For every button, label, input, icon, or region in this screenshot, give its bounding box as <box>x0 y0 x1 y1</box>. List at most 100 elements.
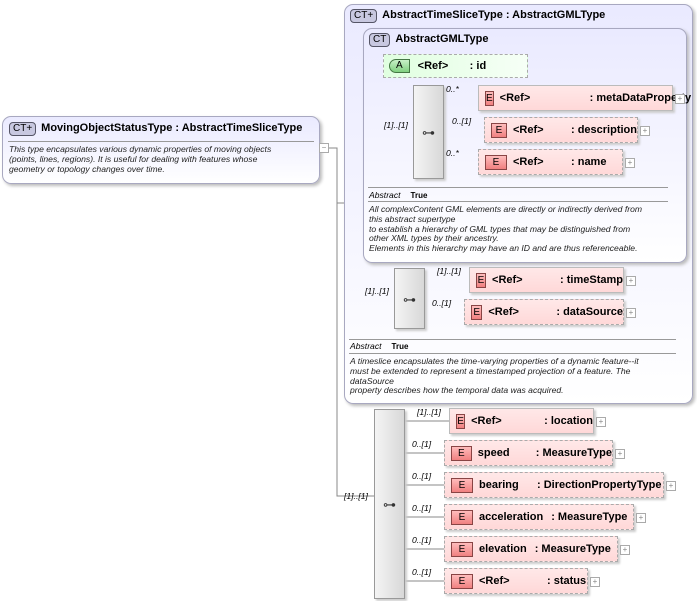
element-box[interactable]: E <Ref> : metaDataProperty <box>478 85 691 111</box>
expand-button[interactable]: + <box>675 94 685 104</box>
element-icon: E <box>471 304 483 320</box>
element-icon: E <box>485 90 494 106</box>
desc-line: geometry or topology changes over time. <box>9 163 165 174</box>
type-title: CT+ AbstractTimeSliceType : AbstractGMLTy… <box>350 9 605 23</box>
expand-button[interactable]: + <box>640 126 650 136</box>
complex-type-icon: CT <box>369 33 391 47</box>
sequence-compositor[interactable]: ⊶ <box>413 85 444 179</box>
expand-button[interactable]: + <box>626 276 636 286</box>
expand-button[interactable]: + <box>626 308 636 318</box>
cardinality: [1]..[1] <box>437 266 461 276</box>
element-box[interactable]: E <Ref> : dataSource <box>464 299 624 325</box>
element-name: <Ref> <box>479 575 510 587</box>
sequence-icon: ⊶ <box>383 497 396 512</box>
element-box[interactable]: E <Ref> : location <box>449 408 594 434</box>
abstract-value: True <box>391 342 409 351</box>
expand-button[interactable]: + <box>596 417 606 427</box>
element-box[interactable]: E bearing : DirectionPropertyType <box>444 472 664 498</box>
element-name: <Ref> <box>492 274 523 286</box>
element-type: : status <box>547 575 587 587</box>
element-type: : location <box>544 415 593 427</box>
attr-type: : id <box>469 60 487 72</box>
abstract-flag: Abstract True <box>369 190 427 200</box>
cardinality: [1]..[1] <box>417 407 441 417</box>
expand-button[interactable]: + <box>620 545 630 555</box>
expand-button[interactable]: + <box>590 577 600 587</box>
attr-name: <Ref> <box>417 60 449 72</box>
complex-type-icon: CT+ <box>350 9 378 23</box>
expand-button[interactable]: + <box>625 158 635 168</box>
sequence-icon: ⊶ <box>403 291 416 307</box>
abstract-flag: Abstract True <box>350 341 408 351</box>
expand-button[interactable]: + <box>615 449 625 459</box>
element-name: acceleration <box>479 511 544 523</box>
element-type: : description <box>570 124 637 136</box>
desc-line: property describes how the temporal data… <box>350 385 564 396</box>
element-icon: E <box>451 541 473 557</box>
abstract-label: Abstract <box>350 341 382 351</box>
sequence-compositor[interactable]: ⊶ <box>374 409 405 599</box>
sequence-compositor[interactable]: ⊶ <box>394 268 425 329</box>
cardinality: [1]..[1] <box>365 286 389 296</box>
element-type: : timeStamp <box>560 274 623 286</box>
cardinality: 0..[1] <box>412 439 432 449</box>
element-type: : MeasureType <box>551 511 628 523</box>
cardinality: 0..[1] <box>412 535 432 545</box>
cardinality: 0..[1] <box>452 116 472 126</box>
cardinality: 0..[1] <box>432 298 452 308</box>
element-icon: E <box>491 122 507 138</box>
type-title: CT AbstractGMLType <box>369 33 488 47</box>
element-box[interactable]: E speed : MeasureType <box>444 440 613 466</box>
type-description: This type encapsulates various dynamic p… <box>9 144 271 174</box>
element-name: elevation <box>479 543 527 555</box>
cardinality: [1]..[1] <box>344 491 368 501</box>
element-name: speed <box>477 447 510 459</box>
element-name: <Ref> <box>512 124 544 136</box>
element-icon: E <box>451 477 473 493</box>
element-name: <Ref> <box>513 156 544 168</box>
cardinality: 0..[1] <box>412 503 432 513</box>
element-box[interactable]: E <Ref> : description <box>484 117 638 143</box>
type-title: CT+ MovingObjectStatusType : AbstractTime… <box>9 122 302 136</box>
sequence-icon: ⊶ <box>422 125 435 140</box>
cardinality: [1]..[1] <box>384 120 408 130</box>
element-name: <Ref> <box>471 415 502 427</box>
cardinality: 0..[1] <box>412 567 432 577</box>
element-type: : DirectionPropertyType <box>537 479 662 491</box>
element-icon: E <box>451 573 473 589</box>
title-text: AbstractTimeSliceType : AbstractGMLType <box>382 9 606 21</box>
cardinality: 0..[1] <box>412 471 432 481</box>
element-name: <Ref> <box>499 92 531 104</box>
abstract-value: True <box>410 191 428 200</box>
attribute-id[interactable]: A <Ref> : id <box>383 54 528 78</box>
element-type: : dataSource <box>556 306 623 318</box>
element-icon: E <box>456 413 466 429</box>
desc-line: Elements in this hierarchy may have an I… <box>369 243 638 254</box>
element-name: bearing <box>479 479 519 491</box>
element-box[interactable]: E <Ref> : name <box>478 149 623 175</box>
element-type: : MeasureType <box>534 543 611 555</box>
element-icon: E <box>485 154 507 170</box>
element-type: : name <box>571 156 607 168</box>
element-box[interactable]: E <Ref> : status <box>444 568 588 594</box>
expand-button[interactable]: + <box>666 481 676 491</box>
element-icon: E <box>451 509 473 525</box>
element-name: <Ref> <box>488 306 519 318</box>
collapse-button[interactable]: − <box>319 143 329 153</box>
moving-object-status-type-box[interactable]: CT+ MovingObjectStatusType : AbstractTime… <box>2 116 320 184</box>
title-text: AbstractGMLType <box>395 33 489 45</box>
cardinality: 0..* <box>446 84 459 94</box>
type-description: All complexContent GML elements are dire… <box>369 204 642 254</box>
element-box[interactable]: E <Ref> : timeStamp <box>469 267 624 293</box>
element-icon: E <box>451 445 472 461</box>
element-box[interactable]: E elevation : MeasureType <box>444 536 618 562</box>
type-description: A timeslice encapsulates the time-varyin… <box>350 356 639 396</box>
title-text: MovingObjectStatusType : AbstractTimeSli… <box>41 122 303 134</box>
complex-type-icon: CT+ <box>9 122 37 136</box>
element-box[interactable]: E acceleration : MeasureType <box>444 504 634 530</box>
attribute-icon: A <box>389 59 410 73</box>
expand-button[interactable]: + <box>636 513 646 523</box>
element-icon: E <box>476 272 487 288</box>
element-type: : MeasureType <box>535 447 612 459</box>
cardinality: 0..* <box>446 148 459 158</box>
